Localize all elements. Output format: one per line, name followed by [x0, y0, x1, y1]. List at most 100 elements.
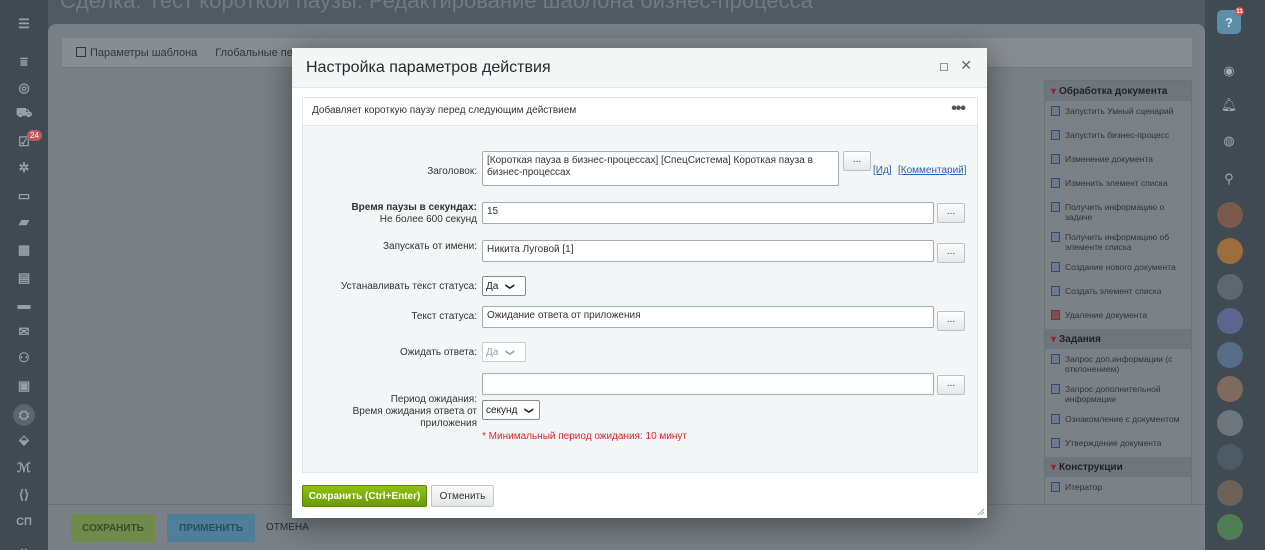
- avatar[interactable]: [1217, 376, 1243, 402]
- window-icon[interactable]: ▭: [16, 188, 32, 204]
- palette-item[interactable]: Запрос дополнительной информации: [1045, 379, 1191, 409]
- right-sidebar: ? 11 ◉ 🔔︎ ◍ ⚲: [1205, 0, 1265, 550]
- editor-cancel-link[interactable]: ОТМЕНА: [266, 522, 309, 533]
- edit-icon: [1051, 154, 1060, 164]
- palette-item[interactable]: Изменение документа: [1045, 149, 1191, 173]
- pause-hint: Не более 600 секунд: [379, 214, 477, 225]
- filter-icon[interactable]: ⩸: [16, 54, 32, 70]
- palette-item[interactable]: Получить информацию об элементе списка: [1045, 227, 1191, 257]
- avatar[interactable]: [1217, 342, 1243, 368]
- dialog-footer: Сохранить (Ctrl+Enter) Отменить: [292, 478, 987, 518]
- palette-item[interactable]: Итератор: [1045, 477, 1191, 501]
- wait-answer-select: Да ❯: [482, 342, 526, 362]
- save-button[interactable]: Сохранить (Ctrl+Enter): [302, 485, 427, 507]
- page-title: Сделка: Тест короткой паузы: Редактирова…: [60, 0, 813, 13]
- settings-icon: [76, 46, 86, 57]
- editor-save-button[interactable]: СОХРАНИТЬ: [71, 514, 155, 542]
- palette-item[interactable]: Запустить бизнес-процесс: [1045, 125, 1191, 149]
- avatar[interactable]: [1217, 202, 1243, 228]
- drive-icon[interactable]: ▬: [16, 296, 32, 312]
- bell-icon[interactable]: 🔔︎: [1218, 94, 1240, 116]
- avatar[interactable]: [1217, 308, 1243, 334]
- close-icon[interactable]: ✕: [960, 57, 972, 74]
- messages-icon[interactable]: ◍: [1218, 130, 1240, 152]
- template-params-tab[interactable]: Параметры шаблона: [76, 46, 197, 59]
- editor-apply-button[interactable]: ПРИМЕНИТЬ: [167, 514, 255, 542]
- global-params-tab[interactable]: Глобальные пе: [215, 47, 293, 59]
- wait-period-hint-2: приложения: [420, 418, 477, 429]
- activity-icon: [1051, 130, 1060, 140]
- palette-item[interactable]: Утверждение документа: [1045, 433, 1191, 457]
- palette-item[interactable]: Запрос доп.информации (с отклонением): [1045, 349, 1191, 379]
- market-icon[interactable]: ℳ: [16, 460, 32, 476]
- chevron-down-icon: ❯: [505, 282, 516, 290]
- dialog-header[interactable]: Настройка параметров действия ◻ ✕: [292, 48, 987, 88]
- target-icon[interactable]: ◎: [16, 80, 32, 96]
- palette-item[interactable]: Ознакомление с документом: [1045, 409, 1191, 433]
- activity-palette: ▾ Обработка документа Запустить Умный сце…: [1044, 80, 1192, 528]
- avatar[interactable]: [1217, 410, 1243, 436]
- calendar-icon[interactable]: ▦: [16, 242, 32, 258]
- palette-group-header[interactable]: ▾ Конструкции: [1045, 457, 1191, 477]
- set-status-select[interactable]: Да ❯: [482, 276, 526, 296]
- feed-icon[interactable]: ✲: [16, 160, 32, 176]
- status-text-input[interactable]: Ожидание ответа от приложения: [482, 306, 934, 328]
- wait-period-input[interactable]: [482, 373, 934, 395]
- bp-icon[interactable]: ⛭: [13, 404, 35, 426]
- palette-item[interactable]: Создание нового документа: [1045, 257, 1191, 281]
- palette-group-header[interactable]: ▾ Обработка документа: [1045, 81, 1191, 101]
- mail-icon[interactable]: ✉: [16, 324, 32, 340]
- title-label: Заголовок:: [427, 166, 477, 177]
- chat-icon[interactable]: ▰: [16, 214, 32, 230]
- dialog-body: Добавляет короткую паузу перед следующим…: [302, 97, 978, 473]
- maximize-icon[interactable]: ◻: [939, 59, 949, 73]
- search-icon[interactable]: ⚲: [1218, 168, 1240, 190]
- run-as-input[interactable]: Никита Луговой [1]: [482, 240, 934, 262]
- cancel-button[interactable]: Отменить: [431, 485, 494, 507]
- contacts-icon[interactable]: ▣: [16, 378, 32, 394]
- id-link[interactable]: [Ид]: [873, 165, 892, 176]
- box-icon[interactable]: ⬙: [16, 432, 32, 448]
- palette-item[interactable]: Получить информацию о задаче: [1045, 197, 1191, 227]
- caret-icon: ▾: [1051, 462, 1057, 473]
- avatar[interactable]: [1217, 514, 1243, 540]
- palette-item[interactable]: Удаление документа: [1045, 305, 1191, 329]
- resize-grip-icon[interactable]: [977, 508, 985, 516]
- pause-dots-button[interactable]: ...: [937, 203, 965, 223]
- sp-label[interactable]: СП: [16, 514, 32, 530]
- activity-icon: [1051, 354, 1060, 364]
- document-icon[interactable]: ▤: [16, 270, 32, 286]
- tasks-badge: 24: [27, 130, 42, 141]
- avatar[interactable]: [1217, 238, 1243, 264]
- activity-icon: [1051, 232, 1060, 242]
- activity-icon: [1051, 286, 1060, 296]
- chevron-down-icon: ❯: [524, 406, 535, 414]
- avatar[interactable]: [1217, 274, 1243, 300]
- avatar[interactable]: [1217, 444, 1243, 470]
- wait-period-dots-button[interactable]: ...: [937, 375, 965, 395]
- palette-item[interactable]: Изменить элемент списка: [1045, 173, 1191, 197]
- run-as-label: Запускать от имени:: [382, 241, 477, 252]
- palette-group-header[interactable]: ▾ Задания: [1045, 329, 1191, 349]
- wait-period-label: Период ожидания:: [390, 394, 477, 405]
- goal-icon[interactable]: ◉: [1218, 60, 1240, 82]
- status-text-dots-button[interactable]: ...: [937, 311, 965, 331]
- title-dots-button[interactable]: ...: [843, 151, 871, 171]
- avatar[interactable]: [1217, 480, 1243, 506]
- run-as-dots-button[interactable]: ...: [937, 243, 965, 263]
- more-icon[interactable]: •••: [951, 100, 966, 118]
- dialog-title: Настройка параметров действия: [306, 59, 551, 76]
- code-icon[interactable]: ⟨⟩: [16, 487, 32, 503]
- comment-link[interactable]: [Комментарий]: [898, 165, 967, 176]
- groups-icon[interactable]: ⚇: [16, 350, 32, 366]
- palette-item[interactable]: Запустить Умный сценарий: [1045, 101, 1191, 125]
- cart-icon[interactable]: ⛟: [16, 105, 32, 122]
- pause-seconds-input[interactable]: 15: [482, 202, 934, 224]
- wait-period-unit-select[interactable]: секунд ❯: [482, 400, 540, 420]
- activity-icon: [1051, 106, 1060, 116]
- menu-icon[interactable]: ☰: [16, 16, 32, 32]
- title-input[interactable]: [Короткая пауза в бизнес-процессах] [Спе…: [482, 151, 839, 186]
- help-icon[interactable]: ? 11: [1217, 7, 1244, 34]
- chevron-down-icon[interactable]: ⌄: [16, 540, 32, 550]
- palette-item[interactable]: Создать элемент списка: [1045, 281, 1191, 305]
